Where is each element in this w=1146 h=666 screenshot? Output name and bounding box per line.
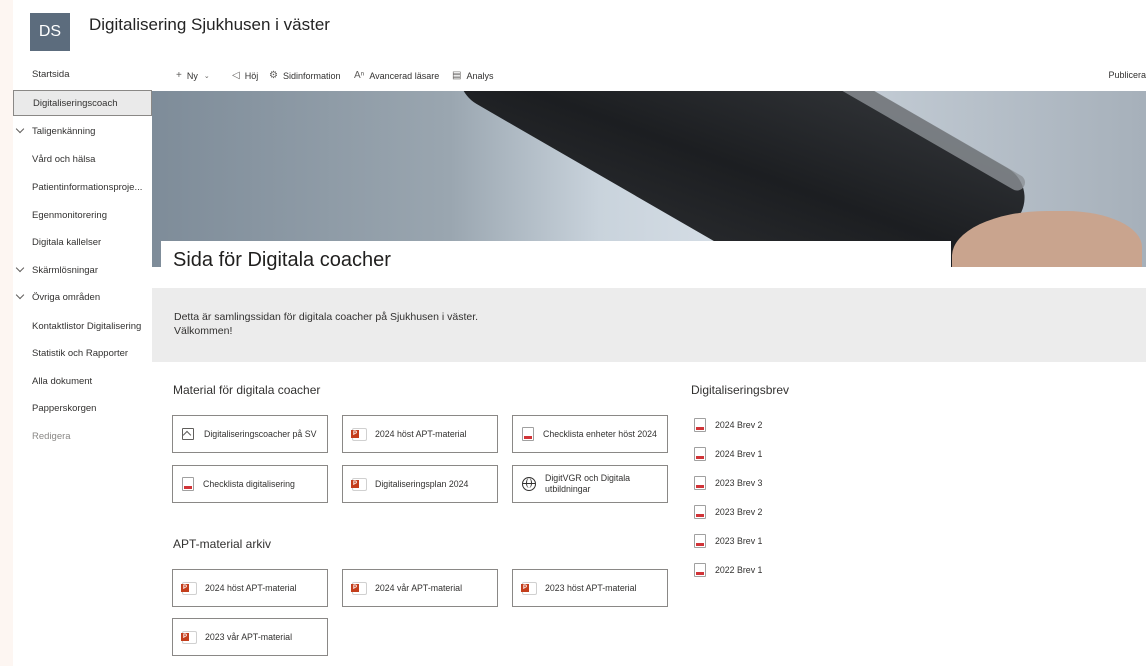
quicklink-tile[interactable]: Digitaliseringscoacher på SV [172,415,328,453]
analytics-button[interactable]: ▤ Analys [452,70,493,81]
intro-line-1: Detta är samlingssidan för digitala coac… [174,311,479,323]
command-bar: + Ny ⌄ ◁ Höj ⚙ Sidinformation Aⁿ Avancerad lä… [152,61,1146,91]
pdf-icon [694,476,706,490]
nav-item-taligenkanning[interactable]: Taligenkänning [13,118,152,144]
intro-text: Detta är samlingssidan för digitala coac… [174,310,478,338]
gear-icon: ⚙ [269,70,278,81]
nav-item-startsida[interactable]: Startsida [13,61,152,87]
chevron-down-icon: ⌄ [203,72,210,80]
pdf-icon [694,534,706,548]
image-icon [182,428,194,440]
nav-edit-link[interactable]: Redigera [13,423,152,449]
brev-link[interactable]: 2023 Brev 3 [694,476,762,490]
nav-item-digitaliseringscoach[interactable]: Digitaliseringscoach [13,90,152,116]
quicklink-tile[interactable]: 2024 höst APT-material [172,569,328,607]
quicklink-tile[interactable]: 2023 vår APT-material [172,618,328,656]
megaphone-icon: ◁ [232,70,240,81]
immersive-reader-button[interactable]: Aⁿ Avancerad läsare [354,70,439,81]
brev-link[interactable]: 2024 Brev 2 [694,418,762,432]
powerpoint-icon [181,581,197,595]
pdf-icon [694,563,706,577]
pdf-icon [182,477,194,491]
quicklink-tile[interactable]: Checklista digitalisering [172,465,328,503]
page-title: Sida för Digitala coacher [173,249,391,271]
nav-item-alla-dokument[interactable]: Alla dokument [13,368,152,394]
pdf-icon [694,447,706,461]
brev-link[interactable]: 2023 Brev 1 [694,534,762,548]
new-button[interactable]: + Ny ⌄ [176,70,215,81]
quicklink-tile[interactable]: Digitaliseringsplan 2024 [342,465,498,503]
powerpoint-icon [351,477,367,491]
site-header: DS Digitalisering Sjukhusen i väster [13,0,1146,60]
nav-item-vard-och-halsa[interactable]: Vård och hälsa [13,146,152,172]
analytics-icon: ▤ [452,70,462,81]
brev-link[interactable]: 2024 Brev 1 [694,447,762,461]
intro-banner: Detta är samlingssidan för digitala coac… [152,288,1146,362]
powerpoint-icon [181,630,197,644]
nav-item-digitala-kallelser[interactable]: Digitala kallelser [13,229,152,255]
powerpoint-icon [521,581,537,595]
site-title[interactable]: Digitalisering Sjukhusen i väster [89,15,330,35]
chevron-down-icon[interactable] [15,263,25,273]
nav-item-egenmonitorering[interactable]: Egenmonitorering [13,202,152,228]
sharepoint-page: DS Digitalisering Sjukhusen i väster Sta… [13,0,1146,666]
publish-button[interactable]: Publicera [1108,70,1146,80]
brev-link[interactable]: 2022 Brev 1 [694,563,762,577]
brev-link[interactable]: 2023 Brev 2 [694,505,762,519]
nav-item-skarmlosningar[interactable]: Skärmlösningar [13,257,152,283]
globe-icon [522,477,536,491]
site-logo[interactable]: DS [30,13,70,51]
section-title-brev: Digitaliseringsbrev [691,383,790,397]
pdf-icon [694,505,706,519]
powerpoint-icon [351,581,367,595]
powerpoint-icon [351,427,367,441]
chevron-down-icon[interactable] [15,124,25,134]
chevron-down-icon[interactable] [15,290,25,300]
nav-item-statistik[interactable]: Statistik och Rapporter [13,340,152,366]
pdf-icon [694,418,706,432]
section-title-apt: APT-material arkiv [173,537,272,551]
page-details-button[interactable]: ⚙ Sidinformation [269,70,341,81]
promote-button[interactable]: ◁ Höj [232,70,258,81]
plus-icon: + [176,70,182,81]
section-title-material: Material för digitala coacher [173,383,321,397]
nav-item-kontaktlistor[interactable]: Kontaktlistor Digitalisering [13,313,152,339]
reader-icon: Aⁿ [354,70,365,81]
quicklink-tile[interactable]: 2024 vår APT-material [342,569,498,607]
pdf-icon [522,427,534,441]
quicklink-tile[interactable]: 2023 höst APT-material [512,569,668,607]
quicklink-tile[interactable]: DigitVGR och Digitala utbildningar [512,465,668,503]
nav-item-ovriga-omraden[interactable]: Övriga områden [13,284,152,310]
nav-item-papperskorgen[interactable]: Papperskorgen [13,395,152,421]
quicklink-tile[interactable]: Checklista enheter höst 2024 [512,415,668,453]
page-title-box: Sida för Digitala coacher [161,241,951,273]
left-navigation: Startsida Digitaliseringscoach Taligenkä… [13,61,152,666]
intro-line-2: Välkommen! [174,325,233,337]
nav-item-patientinformation[interactable]: Patientinformationsproje... [13,174,152,200]
quicklink-tile[interactable]: 2024 höst APT-material [342,415,498,453]
